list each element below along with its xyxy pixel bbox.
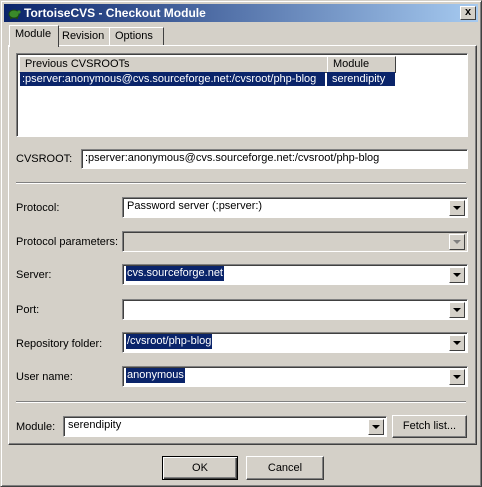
protocol-parameters-label: Protocol parameters: xyxy=(16,236,119,248)
checkout-dialog: TortoiseCVS - Checkout Module x Module R… xyxy=(0,0,482,487)
cvsroot-input[interactable]: :pserver:anonymous@cvs.sourceforge.net:/… xyxy=(81,149,468,169)
tab-options-label: Options xyxy=(115,30,153,42)
port-value[interactable] xyxy=(126,301,128,316)
module-label: Module: xyxy=(16,421,56,433)
user-name-label: User name: xyxy=(16,371,73,383)
protocol-label: Protocol: xyxy=(16,202,60,214)
fetch-list-button[interactable]: Fetch list... xyxy=(392,415,467,438)
repository-folder-dropdown-arrow-icon[interactable] xyxy=(449,335,465,351)
protocol-value: Password server (:pserver:) xyxy=(127,200,263,212)
protocol-dropdown[interactable]: Password server (:pserver:) xyxy=(122,197,468,218)
fetch-list-label: Fetch list... xyxy=(402,420,457,432)
server-combobox[interactable]: cvs.sourceforge.net xyxy=(122,264,468,285)
port-label: Port: xyxy=(16,304,40,316)
module-combobox[interactable]: serendipity xyxy=(63,416,387,437)
module-dropdown-arrow-icon[interactable] xyxy=(368,419,384,435)
cancel-button[interactable]: Cancel xyxy=(246,456,324,480)
separator xyxy=(16,401,466,403)
tab-revision[interactable]: Revision xyxy=(56,27,112,46)
protocol-parameters-value xyxy=(126,233,128,248)
cancel-label: Cancel xyxy=(267,462,303,474)
close-button[interactable]: x xyxy=(460,6,476,20)
protocol-dropdown-arrow-icon[interactable] xyxy=(449,200,465,216)
port-combobox[interactable] xyxy=(122,299,468,320)
column-header-cvsroots[interactable]: Previous CVSROOTs xyxy=(19,56,328,73)
repository-folder-combobox[interactable]: /cvsroot/php-blog xyxy=(122,332,468,353)
cvsroot-label: CVSROOT: xyxy=(16,153,73,165)
tab-options[interactable]: Options xyxy=(109,27,164,46)
user-name-value[interactable]: anonymous xyxy=(126,368,185,383)
history-row-cvsroot[interactable]: :pserver:anonymous@cvs.sourceforge.net:/… xyxy=(20,72,325,86)
user-name-combobox[interactable]: anonymous xyxy=(122,366,468,387)
cvsroot-history-list[interactable]: Previous CVSROOTs Module :pserver:anonym… xyxy=(16,53,468,137)
port-dropdown-arrow-icon[interactable] xyxy=(449,302,465,318)
server-value[interactable]: cvs.sourceforge.net xyxy=(126,266,224,281)
tortoise-icon xyxy=(8,9,21,19)
column-header-module[interactable]: Module xyxy=(327,56,396,73)
repository-folder-label: Repository folder: xyxy=(16,338,103,350)
tab-revision-label: Revision xyxy=(62,30,105,42)
window-title: TortoiseCVS - Checkout Module xyxy=(24,6,206,20)
ok-button[interactable]: OK xyxy=(162,456,238,480)
ok-label: OK xyxy=(192,462,208,474)
user-name-dropdown-arrow-icon[interactable] xyxy=(449,369,465,385)
protocol-parameters-dropdown-arrow-icon[interactable] xyxy=(449,234,465,250)
repository-folder-value[interactable]: /cvsroot/php-blog xyxy=(126,334,213,349)
separator xyxy=(16,182,466,184)
protocol-parameters-dropdown[interactable] xyxy=(122,231,468,252)
tab-module[interactable]: Module xyxy=(9,25,59,47)
tab-module-label: Module xyxy=(15,28,52,40)
title-bar[interactable]: TortoiseCVS - Checkout Module x xyxy=(4,4,478,22)
server-dropdown-arrow-icon[interactable] xyxy=(449,267,465,283)
module-value[interactable]: serendipity xyxy=(67,418,122,433)
history-row-module[interactable]: serendipity xyxy=(327,72,395,86)
server-label: Server: xyxy=(16,269,52,281)
